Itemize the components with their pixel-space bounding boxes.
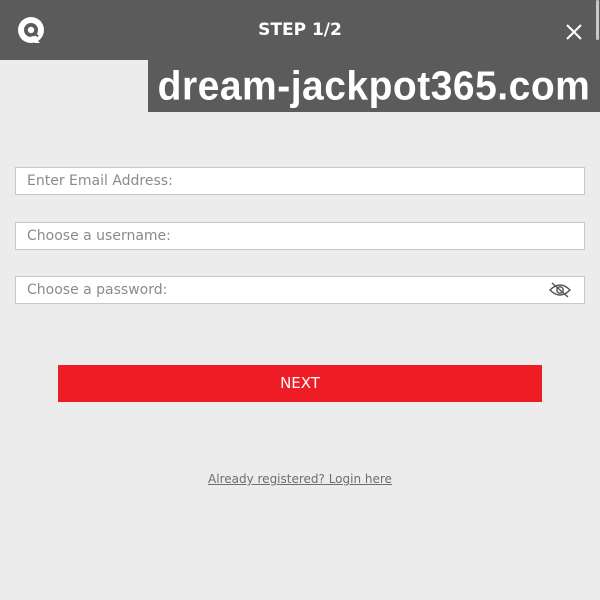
username-field-wrapper (15, 222, 585, 250)
close-icon[interactable] (563, 21, 585, 43)
username-field[interactable] (16, 223, 584, 249)
next-button[interactable]: NEXT (58, 365, 542, 402)
watermark-text: dream-jackpot365.com (157, 63, 591, 110)
password-field-wrapper (15, 276, 585, 304)
email-field[interactable] (16, 168, 584, 194)
password-field[interactable] (16, 277, 584, 303)
step-title: STEP 1/2 (258, 20, 342, 40)
eye-slash-icon[interactable] (549, 281, 571, 299)
login-link[interactable]: Already registered? Login here (0, 472, 600, 490)
scrollbar[interactable] (596, 0, 599, 40)
watermark-banner: dream-jackpot365.com (148, 60, 600, 112)
email-field-wrapper (15, 167, 585, 195)
modal-header: STEP 1/2 (0, 0, 600, 60)
